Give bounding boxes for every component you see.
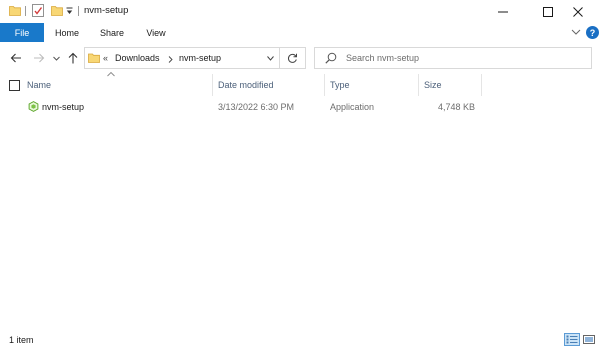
refresh-icon	[287, 53, 297, 63]
column-divider[interactable]	[418, 74, 419, 96]
status-bar: 1 item	[0, 332, 600, 347]
minimize-icon	[498, 11, 508, 12]
recent-locations-icon[interactable]	[53, 52, 60, 64]
details-view-button[interactable]	[564, 333, 580, 346]
navigation-bar: « Downloads nvm-setup Search nvm-setup	[0, 42, 600, 74]
breadcrumb-overflow[interactable]: «	[103, 53, 108, 63]
address-history-icon[interactable]	[267, 56, 274, 61]
up-icon[interactable]	[67, 52, 79, 64]
tab-file[interactable]: File	[0, 23, 44, 42]
tab-share[interactable]: Share	[90, 23, 134, 42]
close-icon	[573, 6, 583, 17]
column-divider[interactable]	[481, 74, 482, 96]
file-date-modified: 3/13/2022 6:30 PM	[218, 102, 295, 112]
address-bar[interactable]: « Downloads nvm-setup	[84, 47, 280, 69]
folder-icon	[88, 53, 100, 63]
help-button[interactable]: ?	[586, 26, 599, 39]
details-view-icon	[566, 335, 578, 344]
large-icons-view-icon	[583, 335, 595, 344]
properties-icon[interactable]	[32, 4, 44, 17]
title-bar: nvm-setup	[0, 0, 600, 23]
search-box[interactable]: Search nvm-setup	[314, 47, 592, 69]
title-separator	[78, 6, 79, 16]
folder-icon[interactable]	[9, 5, 21, 16]
back-icon[interactable]	[10, 52, 22, 64]
customize-quick-access-icon[interactable]	[66, 7, 73, 15]
refresh-button[interactable]	[279, 47, 306, 69]
column-headers: Name Date modified Type Size	[0, 71, 600, 98]
item-count: 1 item	[9, 335, 34, 345]
tab-home[interactable]: Home	[46, 23, 88, 42]
column-type[interactable]: Type	[330, 80, 350, 90]
file-type: Application	[330, 102, 375, 112]
application-icon	[28, 101, 39, 112]
tab-view[interactable]: View	[136, 23, 176, 42]
window-title: nvm-setup	[84, 5, 129, 16]
sort-ascending-icon	[107, 71, 115, 77]
breadcrumb-nvm-setup[interactable]: nvm-setup	[179, 53, 221, 63]
search-placeholder: Search nvm-setup	[346, 53, 420, 63]
minimize-button[interactable]	[481, 0, 525, 23]
column-divider[interactable]	[324, 74, 325, 96]
column-date-modified[interactable]: Date modified	[218, 80, 274, 90]
column-divider[interactable]	[212, 74, 213, 96]
large-icons-view-button[interactable]	[581, 333, 597, 346]
column-name[interactable]: Name	[27, 80, 51, 90]
forward-icon[interactable]	[33, 52, 45, 64]
file-row[interactable]: nvm-setup 3/13/2022 6:30 PM Application …	[0, 98, 480, 116]
search-icon	[325, 52, 337, 64]
breadcrumb-downloads[interactable]: Downloads	[115, 53, 160, 63]
ribbon-tabs: File Home Share View ?	[0, 23, 600, 42]
column-size[interactable]: Size	[424, 80, 442, 90]
expand-ribbon-icon[interactable]	[571, 28, 581, 36]
new-folder-icon[interactable]	[51, 5, 63, 16]
quick-access-separator	[25, 6, 26, 16]
file-size: 4,748 KB	[437, 102, 475, 112]
maximize-icon	[543, 6, 553, 17]
close-button[interactable]	[556, 0, 600, 23]
breadcrumb-chevron-icon[interactable]	[168, 56, 173, 63]
file-name[interactable]: nvm-setup	[42, 102, 84, 112]
select-all-checkbox[interactable]	[9, 80, 20, 91]
